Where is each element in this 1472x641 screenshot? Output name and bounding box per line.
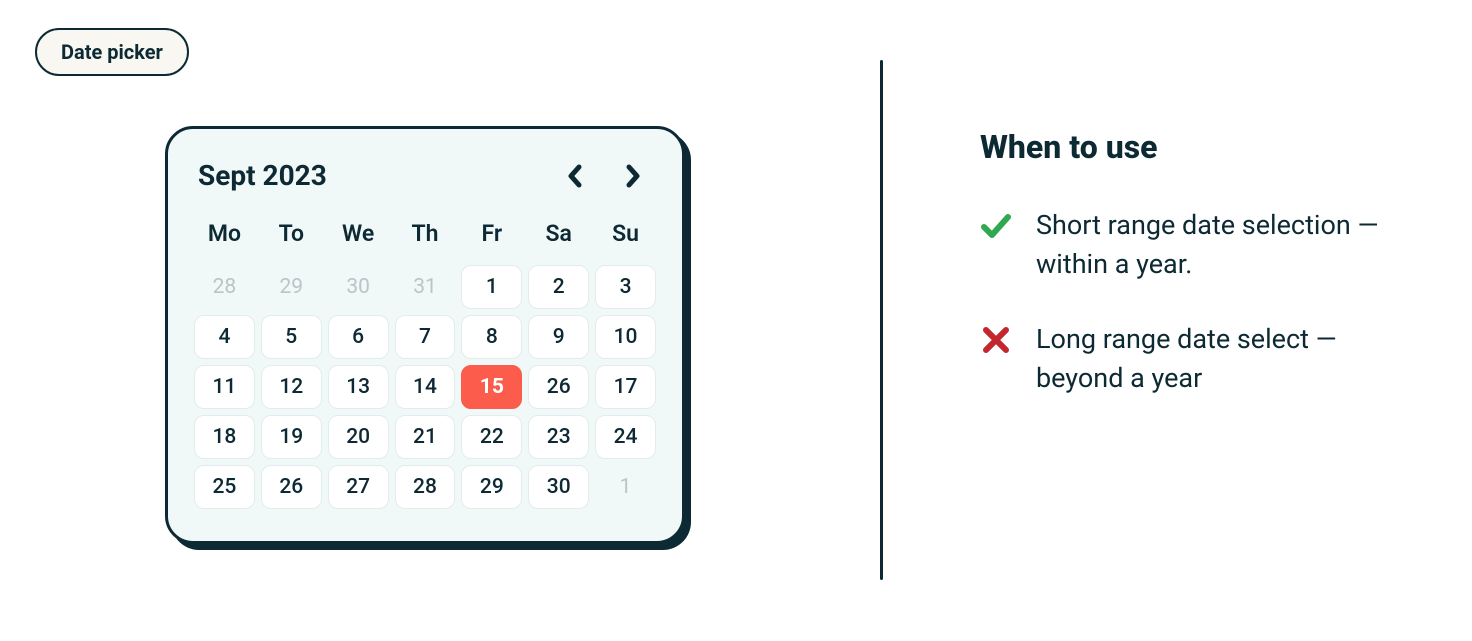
- calendar-day[interactable]: 22: [461, 415, 522, 459]
- when-to-use-heading: When to use: [980, 128, 1380, 166]
- day-of-week-label: Fr: [461, 210, 522, 265]
- calendar-day[interactable]: 11: [194, 365, 255, 409]
- month-year-title: Sept 2023: [198, 159, 327, 192]
- calendar-day-muted: 30: [328, 265, 389, 309]
- calendar-day[interactable]: 21: [395, 415, 456, 459]
- usage-guideline-text: Long range date select — beyond a year: [1036, 320, 1380, 398]
- cross-icon: [980, 324, 1012, 356]
- calendar-day[interactable]: 26: [261, 465, 322, 509]
- calendar-week-row: 45678910: [194, 315, 656, 365]
- calendar-day[interactable]: 30: [528, 465, 589, 509]
- prev-month-button[interactable]: [566, 164, 584, 188]
- calendar-day[interactable]: 2: [528, 265, 589, 309]
- calendar-day[interactable]: 1: [461, 265, 522, 309]
- next-month-button[interactable]: [624, 164, 642, 188]
- date-picker-panel: Sept 2023 Mo To We Th Fr Sa Su 282930311…: [165, 126, 685, 544]
- day-of-week-label: Mo: [194, 210, 255, 265]
- calendar-day-muted: 1: [595, 465, 656, 509]
- calendar-day[interactable]: 14: [395, 365, 456, 409]
- calendar-day[interactable]: 8: [461, 315, 522, 359]
- day-of-week-label: To: [261, 210, 322, 265]
- calendar-day[interactable]: 26: [528, 365, 589, 409]
- calendar-week-row: 11121314152617: [194, 365, 656, 415]
- chevron-right-icon: [624, 164, 642, 188]
- calendar-day[interactable]: 12: [261, 365, 322, 409]
- calendar-day[interactable]: 3: [595, 265, 656, 309]
- day-of-week-label: Th: [395, 210, 456, 265]
- check-icon: [980, 210, 1012, 242]
- usage-guideline-text: Short range date selection — within a ye…: [1036, 206, 1380, 284]
- month-nav-group: [566, 164, 652, 188]
- usage-guideline-item: Long range date select — beyond a year: [980, 320, 1380, 398]
- calendar-day[interactable]: 25: [194, 465, 255, 509]
- calendar-day[interactable]: 29: [461, 465, 522, 509]
- calendar-day[interactable]: 13: [328, 365, 389, 409]
- calendar-day[interactable]: 10: [595, 315, 656, 359]
- calendar-day[interactable]: 17: [595, 365, 656, 409]
- calendar-day[interactable]: 24: [595, 415, 656, 459]
- calendar-day[interactable]: 6: [328, 315, 389, 359]
- calendar-week-row: 28293031123: [194, 265, 656, 315]
- calendar-day[interactable]: 19: [261, 415, 322, 459]
- day-of-week-label: Sa: [528, 210, 589, 265]
- calendar-day-muted: 28: [194, 265, 255, 309]
- calendar-day[interactable]: 9: [528, 315, 589, 359]
- calendar-day[interactable]: 27: [328, 465, 389, 509]
- date-picker-header: Sept 2023: [194, 153, 656, 210]
- calendar-day[interactable]: 4: [194, 315, 255, 359]
- calendar-day-selected[interactable]: 15: [461, 365, 522, 409]
- chevron-left-icon: [566, 164, 584, 188]
- calendar-body: 2829303112345678910111213141526171819202…: [194, 265, 656, 515]
- calendar-day[interactable]: 23: [528, 415, 589, 459]
- day-of-week-label: Su: [595, 210, 656, 265]
- calendar-day-muted: 29: [261, 265, 322, 309]
- vertical-divider: [880, 60, 883, 580]
- calendar-day[interactable]: 5: [261, 315, 322, 359]
- calendar-day[interactable]: 20: [328, 415, 389, 459]
- component-name-pill: Date picker: [35, 28, 189, 76]
- calendar-week-row: 18192021222324: [194, 415, 656, 465]
- day-of-week-row: Mo To We Th Fr Sa Su: [194, 210, 656, 265]
- day-of-week-label: We: [328, 210, 389, 265]
- calendar-day[interactable]: 7: [395, 315, 456, 359]
- calendar-day[interactable]: 28: [395, 465, 456, 509]
- calendar-day[interactable]: 18: [194, 415, 255, 459]
- when-to-use-section: When to use Short range date selection —…: [980, 128, 1380, 435]
- calendar-day-muted: 31: [395, 265, 456, 309]
- usage-guideline-item: Short range date selection — within a ye…: [980, 206, 1380, 284]
- calendar-week-row: 2526272829301: [194, 465, 656, 515]
- component-name-label: Date picker: [61, 40, 163, 64]
